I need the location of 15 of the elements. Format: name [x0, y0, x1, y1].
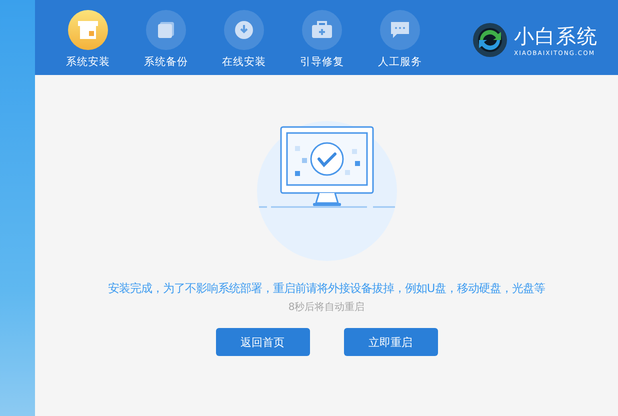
brand-name: 小白系统 — [514, 22, 598, 50]
nav-tab[interactable]: 在线安装 — [205, 10, 283, 69]
action-button[interactable]: 立即重启 — [344, 328, 438, 356]
logo-icon — [472, 22, 508, 58]
toolbox-icon — [311, 21, 333, 39]
action-button[interactable]: 返回首页 — [216, 328, 310, 356]
nav-tab[interactable]: 系统备份 — [127, 10, 205, 69]
download-icon — [234, 20, 254, 40]
nav-tab[interactable]: 引导修复 — [283, 10, 361, 69]
nav-tab[interactable]: 人工服务 — [361, 10, 439, 69]
box-icon — [77, 20, 99, 40]
chat-icon — [389, 20, 411, 40]
completion-message: 安装完成，为了不影响系统部署，重启前请将外接设备拔掉，例如U盘，移动硬盘，光盘等 — [108, 281, 546, 296]
countdown-text: 8秒后将自动重启 — [288, 300, 365, 314]
nav-tab[interactable]: 系统安装 — [49, 10, 127, 69]
